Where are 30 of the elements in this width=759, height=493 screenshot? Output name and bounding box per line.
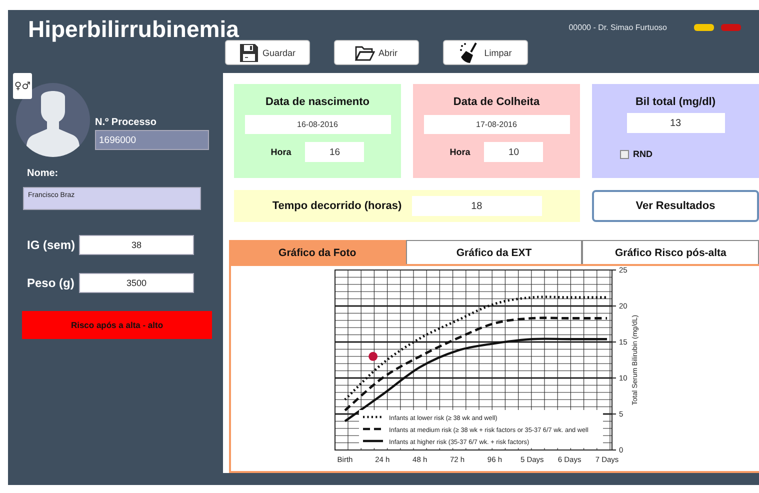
weight-label: Peso (g) [27, 276, 76, 290]
bilirubin-field[interactable]: 13 [626, 113, 724, 133]
card-title: Data de Colheita [453, 96, 540, 108]
risk-banner: Risco após a alta - alto [22, 311, 212, 339]
hour-label: Hora [270, 147, 292, 157]
toolbar-button[interactable]: Limpar [443, 40, 528, 65]
chart-tab[interactable]: Gráfico da EXT [406, 240, 582, 264]
app-title: Hiperbilirrubinemia [28, 16, 239, 42]
toolbar-button[interactable]: Abrir [334, 40, 419, 65]
card-title: Bil total (mg/dl) [635, 96, 716, 108]
elapsed-label: Tempo decorrido (horas) [272, 200, 402, 212]
ga-field[interactable]: 38 [79, 235, 194, 255]
hour-field[interactable]: 16 [305, 142, 364, 162]
user-label: 00000 - Dr. Simao Furtuoso [568, 22, 667, 32]
chart-tab[interactable]: Gráfico Risco pós-alta [582, 240, 759, 264]
hour-label: Hora [450, 147, 470, 157]
elapsed-field[interactable]: 18 [412, 196, 542, 216]
name-label: Nome: [27, 168, 58, 179]
date-field[interactable]: 17-08-2016 [424, 115, 570, 134]
results-button[interactable]: Ver Resultados [592, 190, 759, 222]
ga-label: IG (sem) [27, 238, 76, 252]
chart-tab[interactable]: Gráfico da Foto [229, 240, 406, 264]
date-field[interactable]: 16-08-2016 [244, 115, 390, 134]
process-label: N.º Processo [95, 117, 158, 128]
gender-button[interactable]: ♀♂ [13, 73, 32, 99]
toolbar-button[interactable]: Guardar [225, 40, 310, 65]
rnd-label: RND [633, 149, 652, 159]
hour-field[interactable]: 10 [484, 142, 544, 162]
card-title: Data de nascimento [266, 96, 370, 108]
weight-field[interactable]: 3500 [79, 273, 194, 293]
